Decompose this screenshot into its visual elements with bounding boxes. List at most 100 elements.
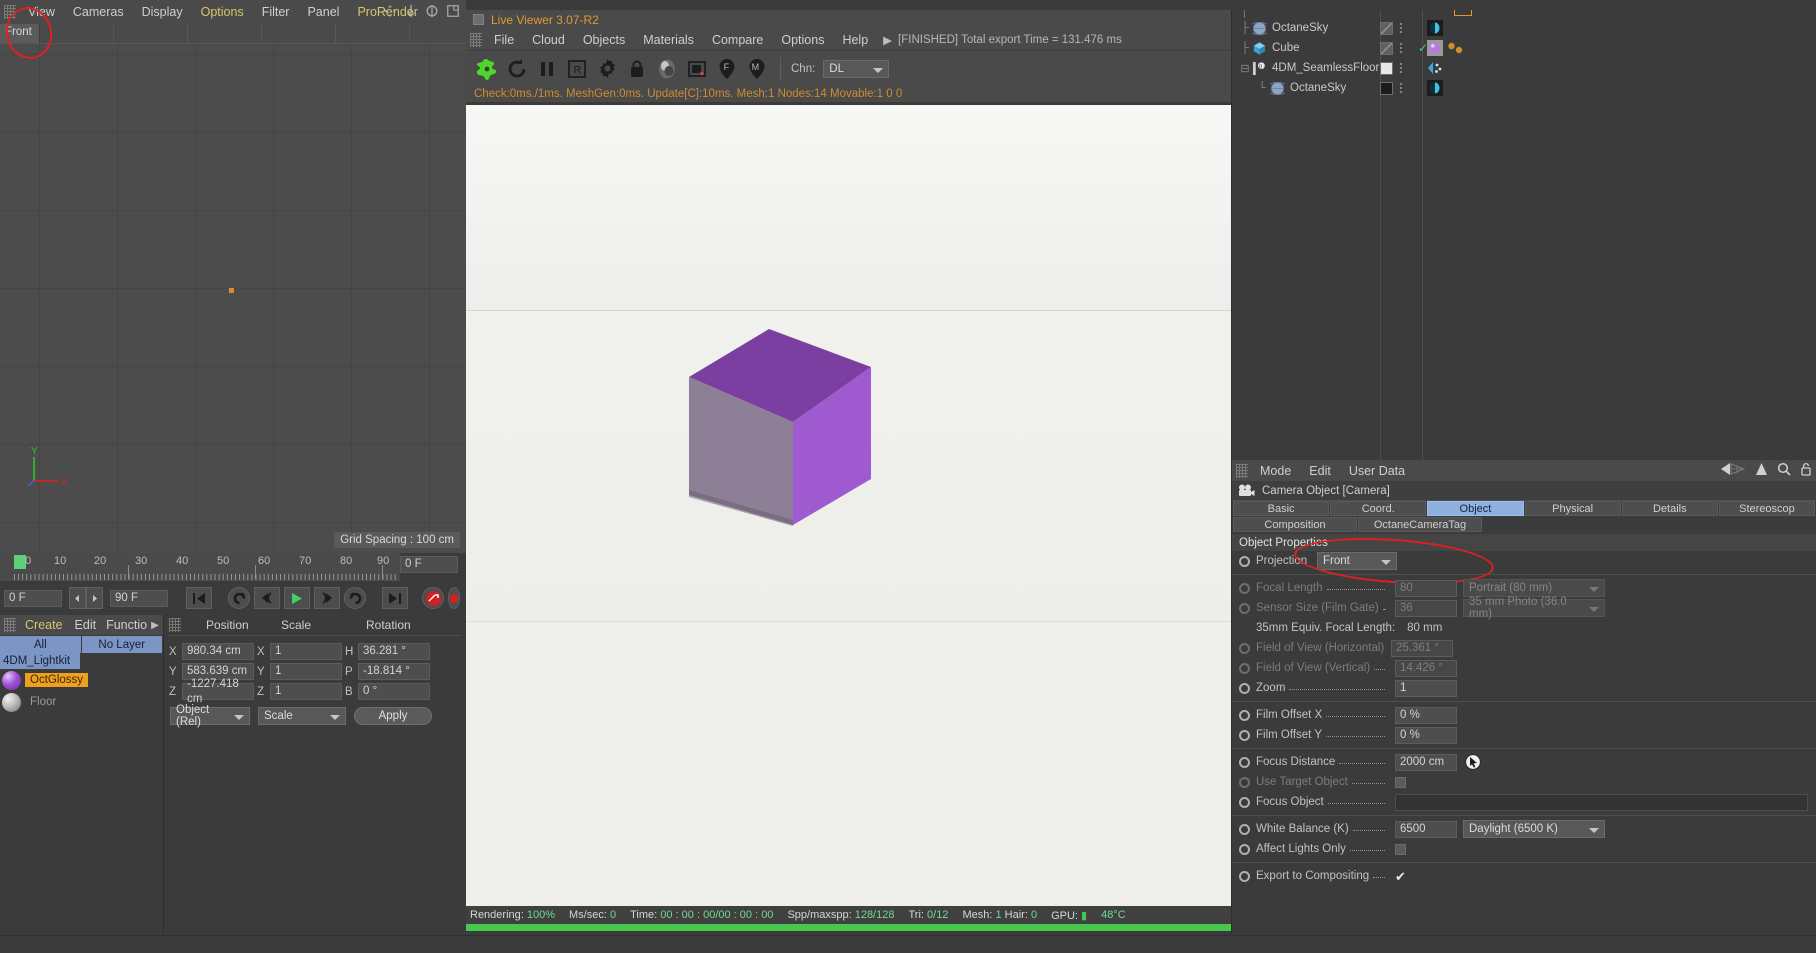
play-button[interactable] [284, 587, 310, 609]
material-tag-icon[interactable] [1427, 40, 1443, 56]
material-menu-function[interactable]: Functio [102, 616, 151, 634]
focus-picker-cursor-icon[interactable] [1465, 754, 1481, 770]
texture-axis-tag-icon[interactable] [1447, 40, 1465, 56]
rotation-h-input[interactable]: 36.281 ° [358, 643, 430, 660]
tab-object[interactable]: Object [1427, 501, 1524, 516]
affect-lights-checkbox[interactable] [1395, 843, 1406, 855]
autokey-button[interactable] [448, 587, 460, 609]
viewport-menu-display[interactable]: Display [133, 3, 192, 21]
white-balance-preset-select[interactable]: Daylight (6500 K) [1463, 820, 1605, 838]
material-filter-nolayer[interactable]: No Layer [81, 636, 163, 653]
position-x-input[interactable]: 980.34 cm [182, 643, 254, 660]
visibility-swatch[interactable] [1380, 61, 1393, 75]
attr-menu-mode[interactable]: Mode [1251, 462, 1300, 480]
dynamics-tag-icon[interactable] [1427, 60, 1443, 76]
material-item[interactable]: Floor [0, 691, 163, 713]
focus-distance-animate-radio[interactable] [1239, 756, 1250, 768]
zoom-dolly-icon[interactable] [404, 4, 418, 18]
material-sphere-icon[interactable] [654, 56, 680, 82]
panel-grip-icon[interactable] [4, 5, 16, 19]
focus-distance-input[interactable]: 2000 cm [1395, 753, 1457, 771]
viewport-menu-panel[interactable]: Panel [298, 3, 348, 21]
maximize-view-icon[interactable] [446, 4, 460, 18]
visibility-swatch[interactable] [1380, 81, 1393, 95]
export-compositing-checkbox[interactable]: ✔ [1395, 870, 1406, 883]
material-name-octglossy[interactable]: OctGlossy [25, 673, 89, 687]
octane-env-tag-icon[interactable] [1427, 20, 1443, 36]
scale-z-input[interactable]: 1 [270, 683, 342, 700]
visibility-dots-icon[interactable] [1398, 42, 1403, 55]
timeline-end-frame-input[interactable]: 90 F [110, 589, 168, 607]
step-back-button[interactable] [254, 587, 280, 609]
render-output-area[interactable]: Rendering: 100% Ms/sec: 0 Time: 00 : 00 … [466, 105, 1231, 931]
object-name[interactable]: 4DM_SeamlessFloor [1272, 62, 1379, 74]
status-expand-arrow-icon[interactable]: ▶ [883, 33, 892, 47]
coord-mode-select[interactable]: Object (Rel) [170, 704, 250, 728]
projection-select[interactable]: Front [1317, 552, 1397, 570]
rotate-tool-icon[interactable] [425, 4, 439, 18]
white-balance-animate-radio[interactable] [1239, 823, 1250, 835]
object-row-octanesky-1[interactable]: ├ OctaneSky [1232, 18, 1816, 38]
window-menu-icon[interactable] [473, 14, 484, 25]
position-z-input[interactable]: -1227.418 cm [182, 678, 254, 705]
lv-menu-objects[interactable]: Objects [574, 31, 634, 49]
film-offset-x-input[interactable]: 0 % [1395, 706, 1457, 724]
picture-region-icon[interactable] [684, 56, 710, 82]
lv-menu-cloud[interactable]: Cloud [523, 31, 574, 49]
tab-octanecameratag[interactable]: OctaneCameraTag [1358, 517, 1482, 532]
tab-composition[interactable]: Composition [1233, 517, 1357, 532]
viewport-view-tab[interactable]: Front [0, 24, 40, 43]
timeline-nudge-right-button[interactable] [86, 587, 103, 609]
viewport-menu-options[interactable]: Options [192, 3, 253, 21]
tree-expander[interactable]: ⊟ [1238, 62, 1252, 75]
step-forward-button[interactable] [314, 587, 340, 609]
material-menu-edit[interactable]: Edit [69, 616, 103, 634]
scale-x-input[interactable]: 1 [270, 643, 342, 660]
lv-menu-help[interactable]: Help [833, 31, 877, 49]
object-name[interactable]: OctaneSky [1290, 82, 1346, 94]
lv-menu-options[interactable]: Options [772, 31, 833, 49]
visibility-swatch[interactable] [1380, 21, 1393, 35]
coord-apply-button[interactable]: Apply [354, 707, 432, 725]
panel-grip-icon[interactable] [4, 618, 16, 632]
film-offset-y-animate-radio[interactable] [1239, 729, 1250, 741]
focus-object-linkbox[interactable] [1395, 793, 1808, 811]
camera-object-marker[interactable] [229, 288, 234, 293]
tab-details[interactable]: Details [1621, 501, 1718, 516]
viewport-menu-cameras[interactable]: Cameras [64, 3, 133, 21]
film-offset-x-animate-radio[interactable] [1239, 709, 1250, 721]
lock-icon[interactable] [1800, 462, 1812, 476]
channel-select[interactable]: DL [823, 59, 890, 78]
go-to-start-button[interactable] [186, 587, 212, 609]
region-render-icon[interactable]: R [564, 56, 590, 82]
focus-object-animate-radio[interactable] [1239, 796, 1250, 808]
coord-scale-select[interactable]: Scale [258, 707, 346, 725]
visibility-swatch[interactable] [1380, 41, 1393, 55]
attr-menu-userdata[interactable]: User Data [1340, 462, 1414, 480]
material-item[interactable]: OctGlossy [0, 669, 163, 691]
zoom-input[interactable]: 1 [1395, 679, 1457, 697]
viewport-menu-view[interactable]: View [19, 3, 64, 21]
go-up-icon[interactable] [1755, 462, 1768, 476]
timeline-current-frame-input[interactable]: 0 F [400, 556, 458, 573]
go-to-end-button[interactable] [382, 587, 408, 609]
tab-basic[interactable]: Basic [1233, 501, 1330, 516]
visibility-dots-icon[interactable] [1398, 22, 1403, 35]
panel-grip-icon[interactable] [1236, 463, 1248, 478]
octane-env-tag-icon[interactable] [1427, 80, 1443, 96]
tab-physical[interactable]: Physical [1524, 501, 1621, 516]
object-row-cube[interactable]: ├ Cube ✓ [1232, 38, 1816, 58]
material-menu-create[interactable]: Create [19, 616, 69, 634]
viewport-canvas[interactable]: Y X Grid Spacing : 100 cm [0, 44, 466, 553]
scale-y-input[interactable]: 1 [270, 663, 342, 680]
pause-icon[interactable] [534, 56, 560, 82]
rotation-b-input[interactable]: 0 ° [358, 683, 430, 700]
visibility-dots-icon[interactable] [1398, 82, 1403, 95]
affect-lights-animate-radio[interactable] [1239, 843, 1250, 855]
object-row-octanesky-2[interactable]: └ OctaneSky [1232, 78, 1816, 98]
play-backwards-button[interactable] [228, 587, 250, 609]
lock-icon[interactable] [624, 56, 650, 82]
timeline-ruler[interactable]: 0 10 20 30 40 50 60 70 80 90 [0, 553, 400, 581]
panel-grip-icon[interactable] [470, 32, 482, 47]
object-row-seamlessfloor[interactable]: ⊟ 0 4DM_SeamlessFloor [1232, 58, 1816, 78]
